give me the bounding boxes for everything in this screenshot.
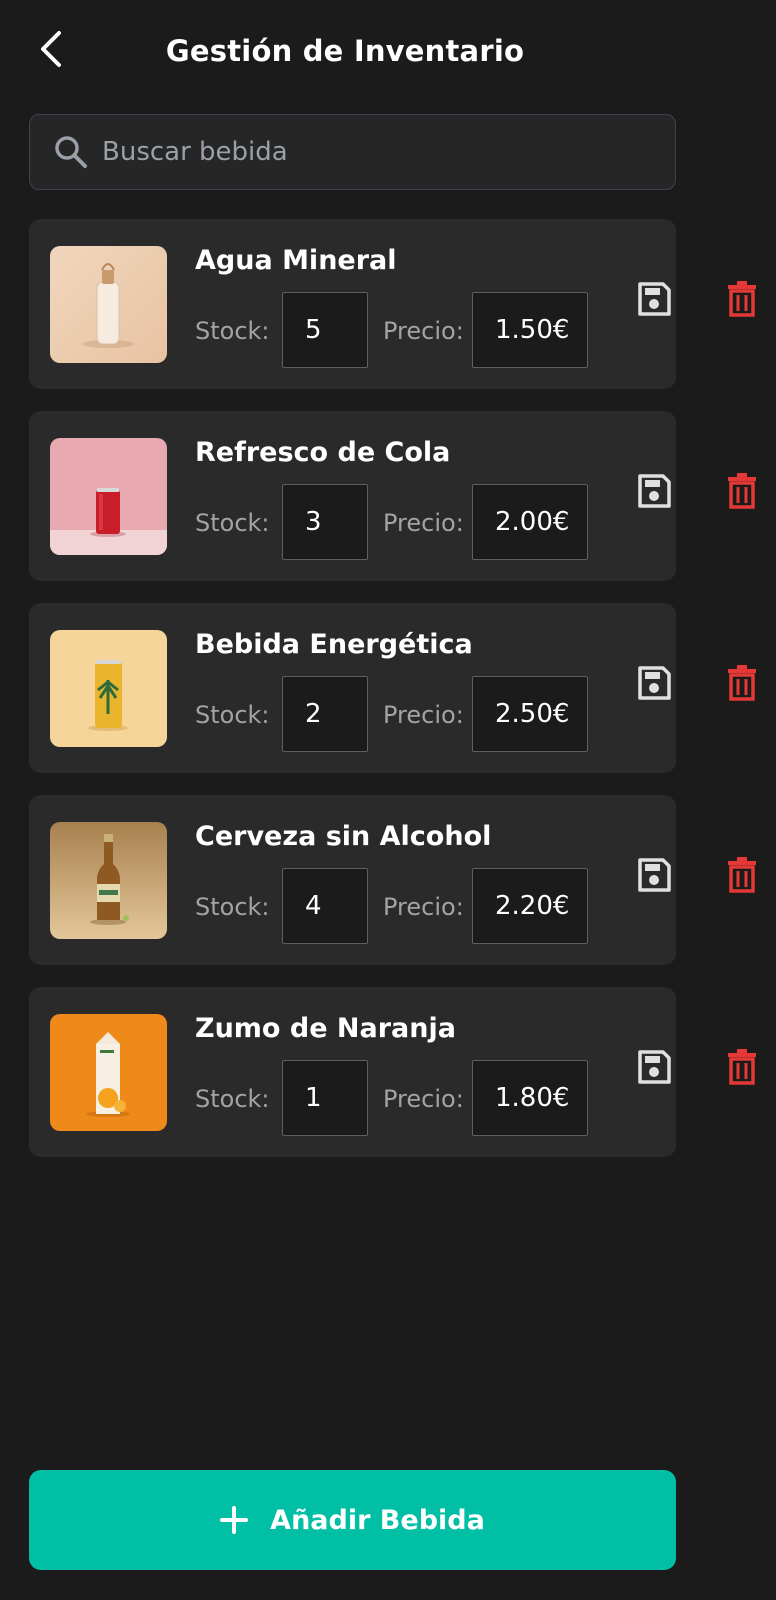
save-button[interactable]	[634, 1047, 674, 1087]
trash-icon	[728, 857, 756, 893]
product-image	[50, 438, 167, 555]
delete-button[interactable]	[722, 855, 762, 895]
orange-juice-carton-image	[50, 1014, 167, 1131]
price-input[interactable]	[472, 676, 588, 752]
price-input[interactable]	[472, 1060, 588, 1136]
beer-bottle-image	[50, 822, 167, 939]
red-can-image	[50, 438, 167, 555]
product-image	[50, 1014, 167, 1131]
inventory-item: Zumo de Naranja Stock: Precio:	[29, 987, 756, 1157]
delete-button[interactable]	[722, 279, 762, 319]
stock-input[interactable]	[282, 868, 368, 944]
save-icon	[638, 282, 671, 316]
stock-label: Stock:	[195, 317, 270, 345]
price-input[interactable]	[472, 868, 588, 944]
stock-input[interactable]	[282, 676, 368, 752]
price-label: Precio:	[383, 509, 464, 537]
yellow-can-image	[50, 630, 167, 747]
price-label: Precio:	[383, 893, 464, 921]
search-bar[interactable]	[29, 114, 676, 190]
delete-button[interactable]	[722, 1047, 762, 1087]
price-label: Precio:	[383, 1085, 464, 1113]
trash-icon	[728, 1049, 756, 1085]
save-button[interactable]	[634, 279, 674, 319]
save-button[interactable]	[634, 663, 674, 703]
inventory-item: Bebida Energética Stock: Precio:	[29, 603, 756, 773]
stock-input[interactable]	[282, 484, 368, 560]
trash-icon	[728, 473, 756, 509]
save-button[interactable]	[634, 471, 674, 511]
add-drink-button[interactable]: Añadir Bebida	[29, 1470, 676, 1570]
item-name: Cerveza sin Alcohol	[195, 821, 492, 852]
delete-button[interactable]	[722, 471, 762, 511]
add-drink-label: Añadir Bebida	[270, 1504, 485, 1536]
search-input[interactable]	[102, 137, 642, 167]
delete-button[interactable]	[722, 663, 762, 703]
product-image	[50, 630, 167, 747]
stock-label: Stock:	[195, 1085, 270, 1113]
search-icon	[55, 136, 87, 168]
save-icon	[638, 1050, 671, 1084]
inventory-list: Agua Mineral Stock: Precio:	[29, 219, 776, 1179]
app-header: Gestión de Inventario	[0, 0, 776, 100]
price-input[interactable]	[472, 292, 588, 368]
save-icon	[638, 666, 671, 700]
inventory-item: Cerveza sin Alcohol Stock: Precio:	[29, 795, 756, 965]
stock-label: Stock:	[195, 701, 270, 729]
trash-icon	[728, 665, 756, 701]
price-input[interactable]	[472, 484, 588, 560]
inventory-item: Agua Mineral Stock: Precio:	[29, 219, 756, 389]
save-icon	[638, 474, 671, 508]
item-name: Agua Mineral	[195, 245, 397, 276]
price-label: Precio:	[383, 701, 464, 729]
product-image	[50, 822, 167, 939]
save-button[interactable]	[634, 855, 674, 895]
item-name: Bebida Energética	[195, 629, 473, 660]
plus-icon	[220, 1506, 249, 1534]
save-icon	[638, 858, 671, 892]
stock-label: Stock:	[195, 893, 270, 921]
item-name: Refresco de Cola	[195, 437, 451, 468]
trash-icon	[728, 281, 756, 317]
stock-input[interactable]	[282, 1060, 368, 1136]
price-label: Precio:	[383, 317, 464, 345]
stock-label: Stock:	[195, 509, 270, 537]
product-image	[50, 246, 167, 363]
stock-input[interactable]	[282, 292, 368, 368]
water-bottle-image	[50, 246, 167, 363]
item-name: Zumo de Naranja	[195, 1013, 456, 1044]
page-title: Gestión de Inventario	[165, 34, 525, 68]
inventory-item: Refresco de Cola Stock: Precio:	[29, 411, 756, 581]
